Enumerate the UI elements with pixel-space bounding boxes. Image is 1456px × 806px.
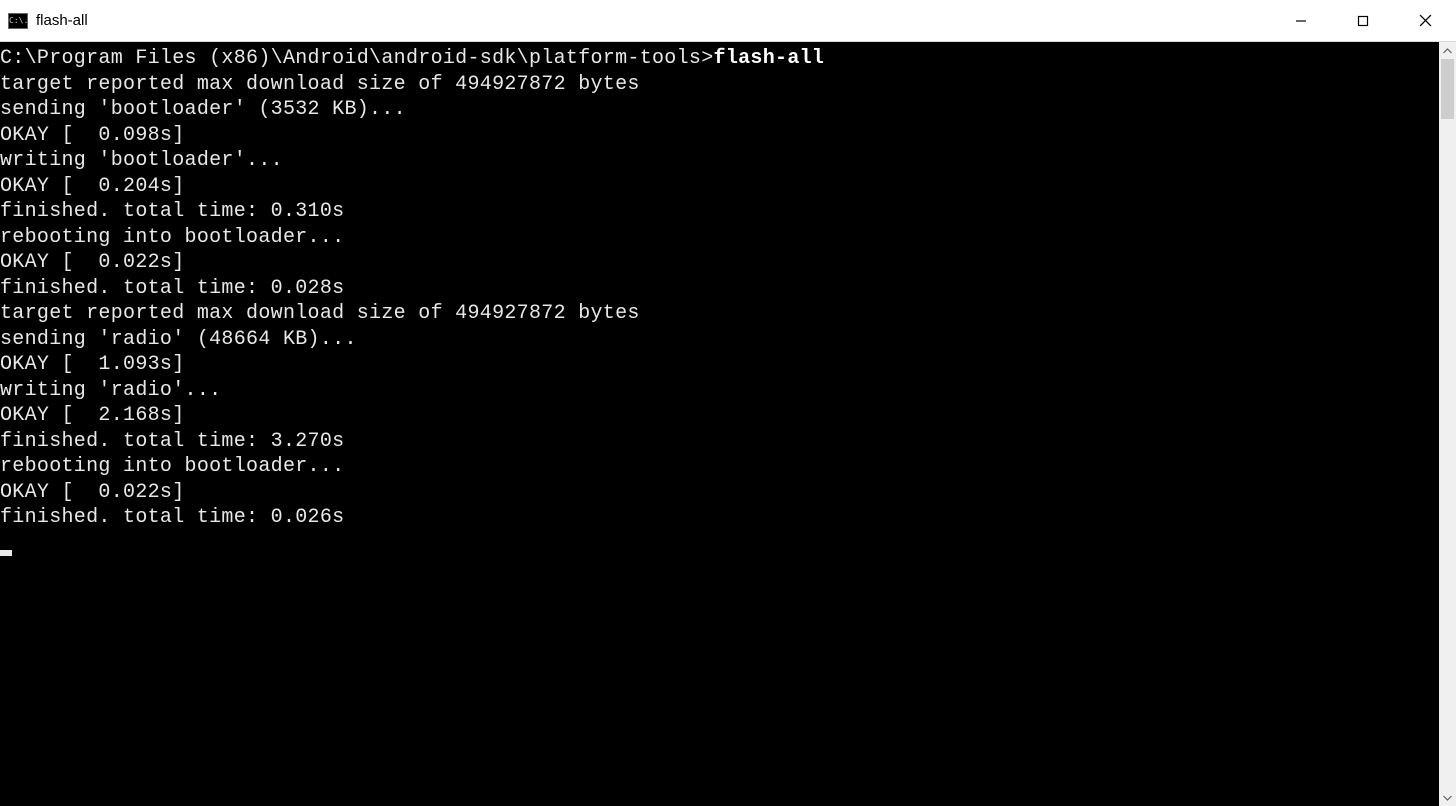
- scrollbar-thumb[interactable]: [1441, 59, 1454, 119]
- scrollbar-track[interactable]: [1439, 59, 1456, 789]
- vertical-scrollbar[interactable]: [1439, 42, 1456, 806]
- minimize-button[interactable]: [1270, 0, 1332, 41]
- output-line: OKAY [ 0.022s]: [0, 251, 185, 274]
- output-line: OKAY [ 0.098s]: [0, 124, 185, 147]
- output-line: rebooting into bootloader...: [0, 226, 344, 249]
- close-icon: [1419, 14, 1432, 27]
- output-line: OKAY [ 1.093s]: [0, 353, 185, 376]
- output-line: target reported max download size of 494…: [0, 302, 640, 325]
- output-line: finished. total time: 0.310s: [0, 200, 344, 223]
- maximize-icon: [1357, 15, 1369, 27]
- output-line: writing 'radio'...: [0, 379, 221, 402]
- typed-command: flash-all: [714, 47, 825, 70]
- output-line: finished. total time: 0.026s: [0, 506, 344, 529]
- output-line: target reported max download size of 494…: [0, 73, 640, 96]
- window-title: flash-all: [36, 12, 88, 29]
- maximize-button[interactable]: [1332, 0, 1394, 41]
- output-line: OKAY [ 0.022s]: [0, 481, 185, 504]
- terminal-output[interactable]: C:\Program Files (x86)\Android\android-s…: [0, 42, 1439, 806]
- output-line: OKAY [ 2.168s]: [0, 404, 185, 427]
- output-line: sending 'bootloader' (3532 KB)...: [0, 98, 406, 121]
- titlebar-left: C:\. flash-all: [0, 12, 88, 29]
- console-window: C:\. flash-all C:\Program Fi: [0, 0, 1456, 806]
- output-line: sending 'radio' (48664 KB)...: [0, 328, 357, 351]
- minimize-icon: [1295, 15, 1307, 27]
- prompt-path: C:\Program Files (x86)\Android\android-s…: [0, 47, 714, 70]
- titlebar-buttons: [1270, 0, 1456, 41]
- titlebar[interactable]: C:\. flash-all: [0, 0, 1456, 42]
- close-button[interactable]: [1394, 0, 1456, 41]
- console-icon: C:\.: [8, 13, 28, 29]
- scroll-down-arrow-icon[interactable]: [1439, 789, 1456, 806]
- cursor: [0, 550, 12, 556]
- output-line: OKAY [ 0.204s]: [0, 175, 185, 198]
- output-line: rebooting into bootloader...: [0, 455, 344, 478]
- output-line: finished. total time: 0.028s: [0, 277, 344, 300]
- output-line: writing 'bootloader'...: [0, 149, 283, 172]
- output-line: finished. total time: 3.270s: [0, 430, 344, 453]
- client-area: C:\Program Files (x86)\Android\android-s…: [0, 42, 1456, 806]
- scroll-up-arrow-icon[interactable]: [1439, 42, 1456, 59]
